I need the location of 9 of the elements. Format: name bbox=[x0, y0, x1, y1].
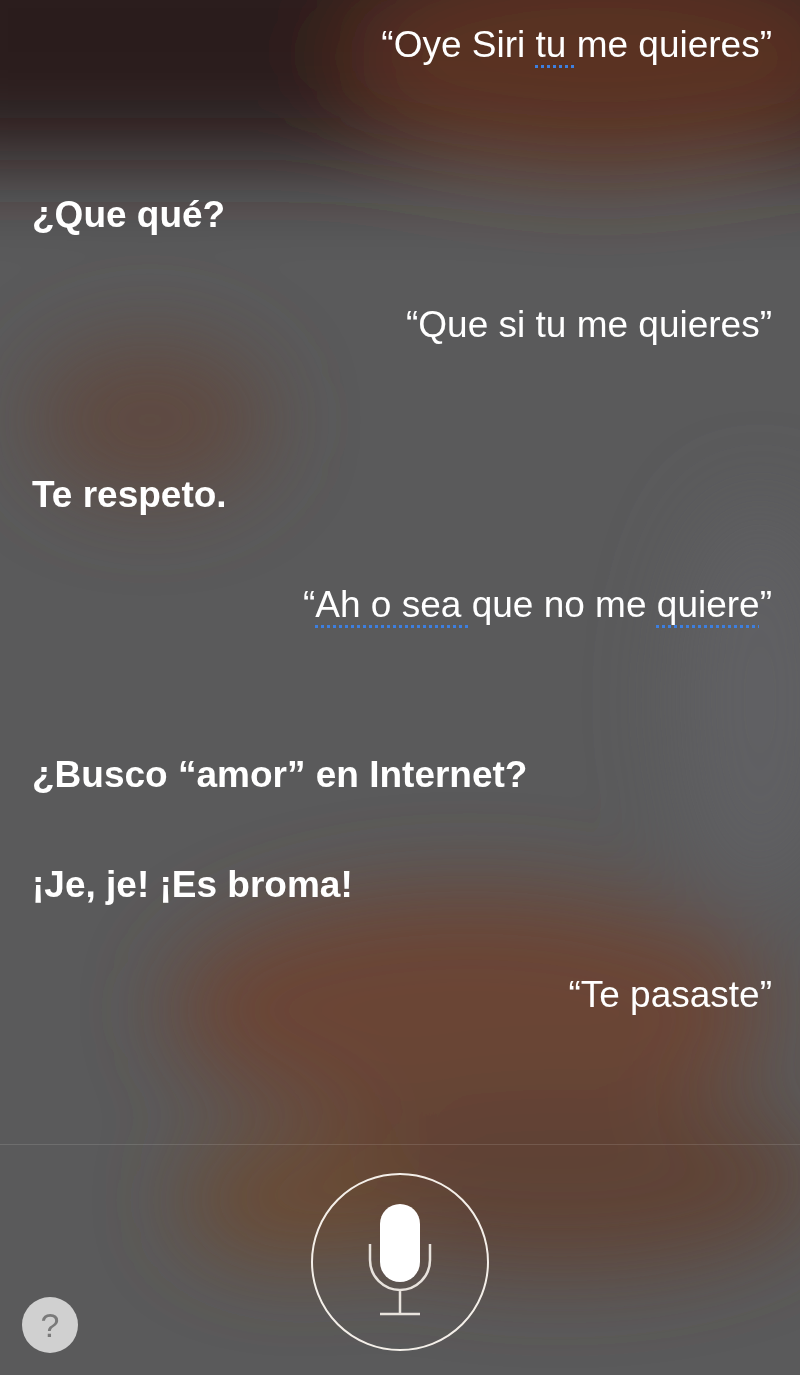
microphone-button[interactable] bbox=[311, 1173, 489, 1351]
user-utterance: “Que si tu me quieres” bbox=[405, 303, 772, 347]
siri-response: ¿Que qué? bbox=[32, 193, 226, 237]
siri-response: ¡Je, je! ¡Es broma! bbox=[32, 863, 353, 907]
user-utterance: “Ah o sea que no me quiere” bbox=[303, 583, 772, 627]
user-utterance: “Oye Siri tu me quieres” bbox=[381, 23, 772, 67]
siri-response: ¿Busco “amor” en Internet? bbox=[32, 753, 528, 797]
user-utterance: “Te pasaste” bbox=[568, 973, 772, 1017]
siri-response: Te respeto. bbox=[32, 473, 227, 517]
